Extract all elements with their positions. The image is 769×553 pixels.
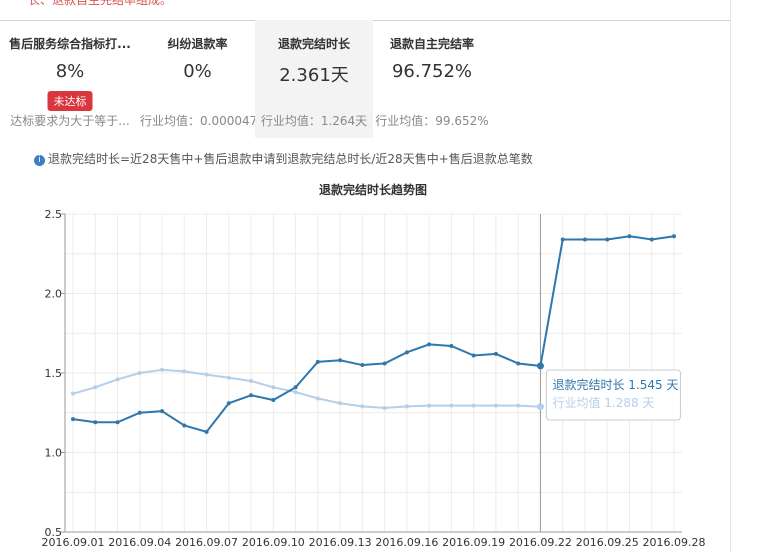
series-point — [71, 417, 75, 422]
series-point — [182, 423, 187, 428]
series-point — [115, 420, 120, 425]
x-tick-label: 2016.09.28 — [643, 536, 706, 549]
x-tick-label: 2016.09.16 — [375, 536, 438, 549]
series-point — [338, 358, 343, 363]
y-tick-label: 1.5 — [45, 367, 63, 380]
series-point — [293, 385, 298, 390]
series-point — [582, 237, 587, 242]
series-point — [382, 361, 387, 366]
chart-tooltip: 退款完结时长 1.545 天行业均值 1.288 天 — [545, 369, 681, 421]
series-point — [471, 353, 476, 358]
x-tick-label: 2016.09.07 — [175, 536, 238, 549]
series-point — [449, 343, 454, 348]
series-point — [427, 342, 432, 347]
series-point — [449, 403, 454, 408]
series-point — [404, 404, 409, 409]
series-point — [93, 420, 98, 425]
series-point — [605, 237, 610, 242]
x-tick-label: 2016.09.13 — [309, 536, 372, 549]
series-point — [427, 403, 432, 408]
y-tick-label: 2.5 — [45, 208, 63, 221]
series-point — [182, 369, 187, 374]
series-point — [293, 390, 298, 395]
series-point — [493, 403, 498, 408]
series-point — [560, 237, 565, 242]
series-point — [649, 237, 654, 242]
x-tick-label: 2016.09.22 — [509, 536, 572, 549]
x-tick-label: 2016.09.19 — [442, 536, 505, 549]
series-point — [204, 429, 209, 434]
series-point — [315, 396, 320, 401]
series-point — [493, 351, 498, 356]
series-point — [404, 350, 409, 355]
series-point — [226, 401, 231, 406]
series-point — [160, 367, 165, 372]
series-point — [516, 361, 521, 366]
series-point — [249, 378, 254, 383]
tooltip-line: 行业均值 1.288 天 — [552, 395, 654, 410]
series-point — [137, 410, 142, 415]
series-point — [382, 405, 387, 410]
series-point — [271, 398, 276, 403]
series-point — [226, 375, 231, 380]
series-point — [627, 234, 632, 239]
tooltip-line: 退款完结时长 1.545 天 — [552, 377, 678, 392]
series-point — [536, 362, 544, 370]
series-point — [271, 385, 276, 390]
y-tick-label: 1.0 — [45, 447, 63, 460]
x-tick-label: 2016.09.10 — [242, 536, 305, 549]
series-point — [338, 401, 343, 406]
series-point — [360, 363, 365, 368]
x-tick-label: 2016.09.01 — [42, 536, 105, 549]
x-tick-label: 2016.09.04 — [108, 536, 171, 549]
series-point — [516, 403, 521, 408]
series-point — [249, 393, 254, 398]
series-point — [471, 403, 476, 408]
series-point — [137, 371, 142, 375]
series-point — [315, 359, 320, 364]
series-point — [536, 403, 544, 411]
series-point — [115, 377, 120, 382]
series-point — [360, 404, 365, 409]
y-tick-label: 2.0 — [45, 288, 63, 301]
series-point — [204, 372, 209, 377]
series-point — [71, 391, 75, 396]
series-point — [93, 385, 98, 390]
series-point — [672, 234, 676, 239]
series-point — [160, 409, 165, 414]
trend-chart[interactable]: 0.51.01.52.02.52016.09.01 2016.09.04 2016.… — [0, 0, 769, 553]
x-tick-label: 2016.09.25 — [576, 536, 639, 549]
